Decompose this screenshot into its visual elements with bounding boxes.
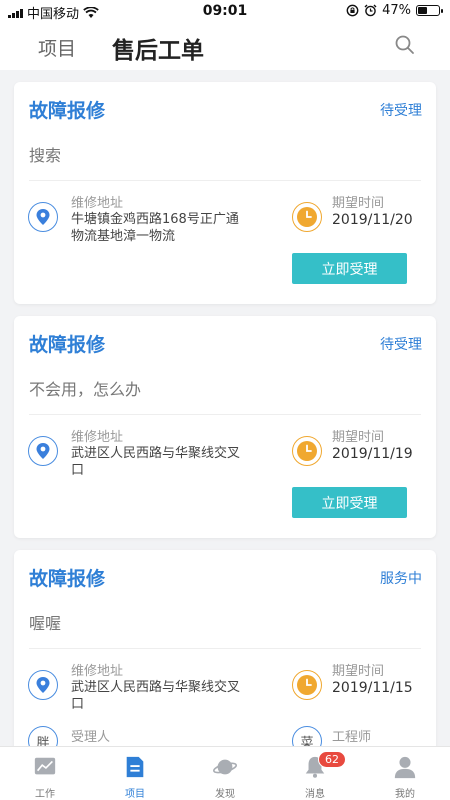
address-text: 武进区人民西路与华聚线交叉口 [71, 446, 241, 478]
expected-time: 2019/11/19 [332, 446, 413, 462]
time-label: 期望时间 [332, 196, 385, 211]
navbar: 项目 售后工单 [0, 22, 450, 70]
work-order-card[interactable]: 故障报修 待受理 不会用，怎么办 维修地址 武进区人民西路与华聚线交叉口 期望时… [14, 316, 436, 538]
location-pin-icon [28, 202, 58, 232]
work-order-card[interactable]: 故障报修 服务中 喔喔 维修地址 武进区人民西路与华聚线交叉口 期望时间 201… [14, 550, 436, 746]
tab-label: 发现 [215, 789, 235, 800]
acceptor-avatar: 胖 [28, 726, 58, 746]
time-label: 期望时间 [332, 664, 385, 679]
tab-profile[interactable]: 我的 [360, 747, 450, 800]
battery-icon [416, 5, 443, 16]
person-icon [394, 756, 416, 779]
time-label: 期望时间 [332, 430, 385, 445]
chart-icon [34, 757, 56, 775]
status-bar: 中国移动 09:01 47% [0, 0, 450, 22]
address-label: 维修地址 [71, 664, 124, 679]
card-description: 搜索 [29, 146, 62, 165]
address-text: 武进区人民西路与华聚线交叉口 [71, 680, 241, 712]
clock-icon [292, 436, 322, 466]
page-title: 售后工单 [112, 38, 204, 64]
address-label: 维修地址 [71, 430, 124, 445]
alarm-icon [364, 4, 377, 17]
work-order-list: 故障报修 待受理 搜索 维修地址 牛塘镇金鸡西路168号正广通物流基地漳一物流 … [0, 70, 450, 746]
expected-time: 2019/11/20 [332, 212, 413, 228]
status-badge: 服务中 [380, 571, 422, 587]
acceptor-label: 受理人 [71, 730, 111, 745]
address-text: 牛塘镇金鸡西路168号正广通物流基地漳一物流 [71, 212, 239, 244]
tab-label: 我的 [395, 789, 415, 800]
divider [29, 180, 421, 181]
rotation-lock-icon [346, 4, 359, 17]
card-description: 不会用，怎么办 [29, 380, 142, 399]
location-pin-icon [28, 670, 58, 700]
document-icon [126, 756, 144, 778]
battery-fill [418, 7, 427, 14]
location-pin-icon [28, 436, 58, 466]
card-description: 喔喔 [29, 614, 62, 633]
expected-time: 2019/11/15 [332, 680, 413, 696]
divider [29, 648, 421, 649]
planet-icon [212, 759, 238, 775]
card-title: 故障报修 [29, 568, 106, 590]
card-title: 故障报修 [29, 334, 106, 356]
tab-project[interactable]: 项目 [90, 747, 180, 800]
engineer-avatar: 菜 [292, 726, 322, 746]
search-icon[interactable] [394, 34, 416, 56]
tab-bar: 工作 项目 发现 62 消息 我的 [0, 746, 450, 800]
clock-icon [292, 202, 322, 232]
tab-discover[interactable]: 发现 [180, 747, 270, 800]
tab-messages[interactable]: 62 消息 [270, 747, 360, 800]
status-badge: 待受理 [380, 337, 422, 353]
message-count-badge: 62 [318, 751, 346, 768]
status-badge: 待受理 [380, 103, 422, 119]
card-title: 故障报修 [29, 100, 106, 122]
tab-label: 项目 [125, 789, 145, 800]
accept-button[interactable]: 立即受理 [292, 253, 407, 284]
address-label: 维修地址 [71, 196, 124, 211]
accept-button[interactable]: 立即受理 [292, 487, 407, 518]
clock-icon [292, 670, 322, 700]
status-right: 47% [346, 3, 443, 18]
work-order-card[interactable]: 故障报修 待受理 搜索 维修地址 牛塘镇金鸡西路168号正广通物流基地漳一物流 … [14, 82, 436, 304]
tab-label: 消息 [305, 789, 325, 800]
divider [29, 414, 421, 415]
engineer-label: 工程师 [332, 730, 372, 745]
project-nav-link[interactable]: 项目 [38, 34, 76, 61]
battery-percent: 47% [382, 3, 411, 18]
tab-work[interactable]: 工作 [0, 747, 90, 800]
tab-label: 工作 [35, 789, 55, 800]
